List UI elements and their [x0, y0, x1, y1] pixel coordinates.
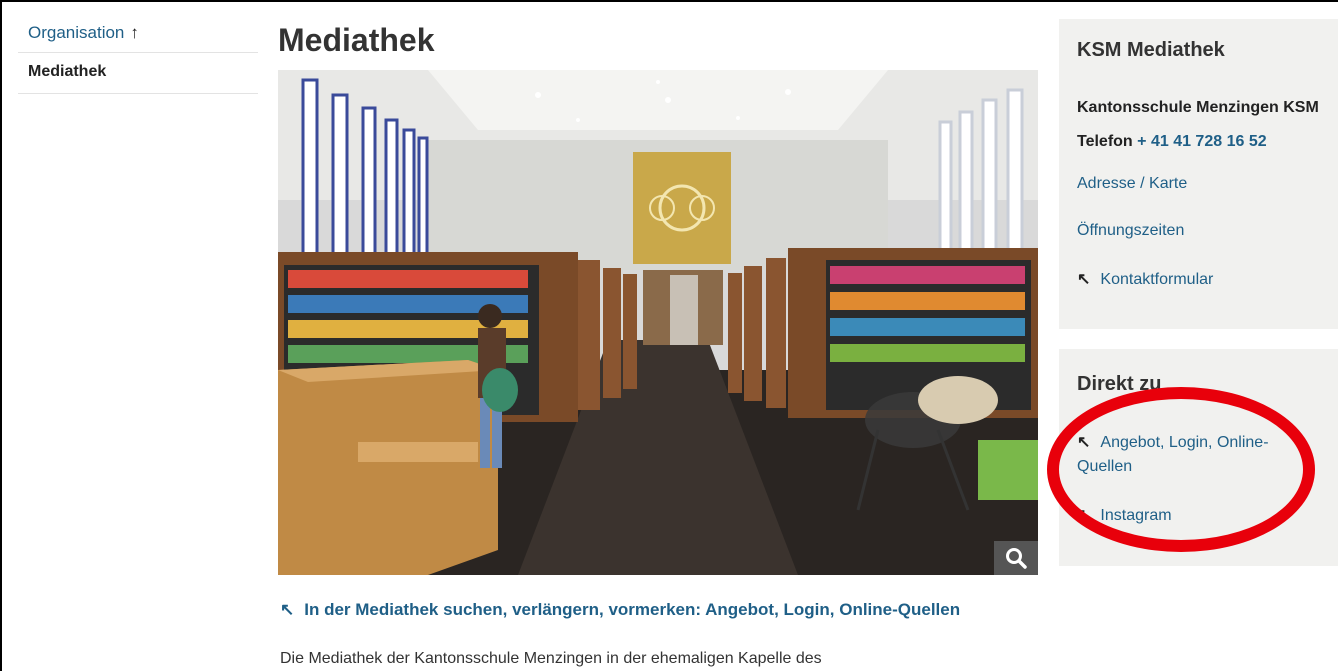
intro-paragraph: Die Mediathek der Kantonsschule Menzinge… [280, 650, 822, 667]
arrow-nw-icon: ↖ [1077, 434, 1091, 451]
search-icon [1006, 548, 1027, 569]
offer-login-link[interactable]: ↖ Angebot, Login, Online- Quellen [1077, 431, 1269, 479]
browser-viewport: Organisation ↑ Mediathek Mediathek ↖ In … [0, 0, 1338, 671]
direct-links-title: Direkt zu [1077, 373, 1162, 395]
nav-parent-organisation[interactable]: Organisation ↑ [18, 16, 258, 53]
library-hero-image[interactable] [278, 70, 1038, 575]
opening-hours-link[interactable]: Öffnungszeiten [1077, 222, 1184, 240]
page-title: Mediathek [278, 22, 435, 58]
section-navigation: Organisation ↑ Mediathek [18, 16, 258, 94]
contact-box: KSM Mediathek Kantonsschule Menzingen KS… [1059, 19, 1338, 329]
offer-login-label-line2: Quellen [1077, 458, 1133, 475]
contact-org: Kantonsschule Menzingen KSM [1077, 99, 1319, 116]
arrow-nw-icon: ↖ [1077, 507, 1091, 524]
arrow-nw-icon: ↖ [280, 600, 295, 619]
address-link[interactable]: Adresse / Karte [1077, 175, 1187, 193]
instagram-label: Instagram [1100, 507, 1172, 524]
catalog-link-label: In der Mediathek suchen, verlängern, vor… [304, 600, 961, 619]
direct-links-box: Direkt zu ↖ Angebot, Login, Online- Quell… [1059, 349, 1338, 566]
offer-login-label-line1: Angebot, Login, Online- [1100, 434, 1269, 451]
phone-link[interactable]: + 41 41 728 16 52 [1137, 133, 1266, 150]
catalog-link[interactable]: ↖ In der Mediathek suchen, verlängern, vo… [280, 600, 960, 620]
phone-label: Telefon [1077, 133, 1133, 150]
contact-form-label: Kontaktformular [1100, 271, 1214, 288]
arrow-nw-icon: ↖ [1077, 271, 1091, 288]
contact-phone: Telefon + 41 41 728 16 52 [1077, 133, 1267, 151]
contact-box-title: KSM Mediathek [1077, 39, 1225, 61]
zoom-button[interactable] [994, 541, 1038, 575]
arrow-up-icon: ↑ [130, 23, 139, 42]
contact-form-link[interactable]: ↖ Kontaktformular [1077, 269, 1213, 289]
nav-parent-label: Organisation [28, 23, 125, 42]
instagram-link[interactable]: ↖ Instagram [1077, 505, 1172, 525]
main-content: Mediathek ↖ In der Mediathek suchen, ver… [278, 20, 1038, 667]
nav-current-mediathek[interactable]: Mediathek [18, 53, 258, 94]
library-photo [278, 70, 1038, 575]
